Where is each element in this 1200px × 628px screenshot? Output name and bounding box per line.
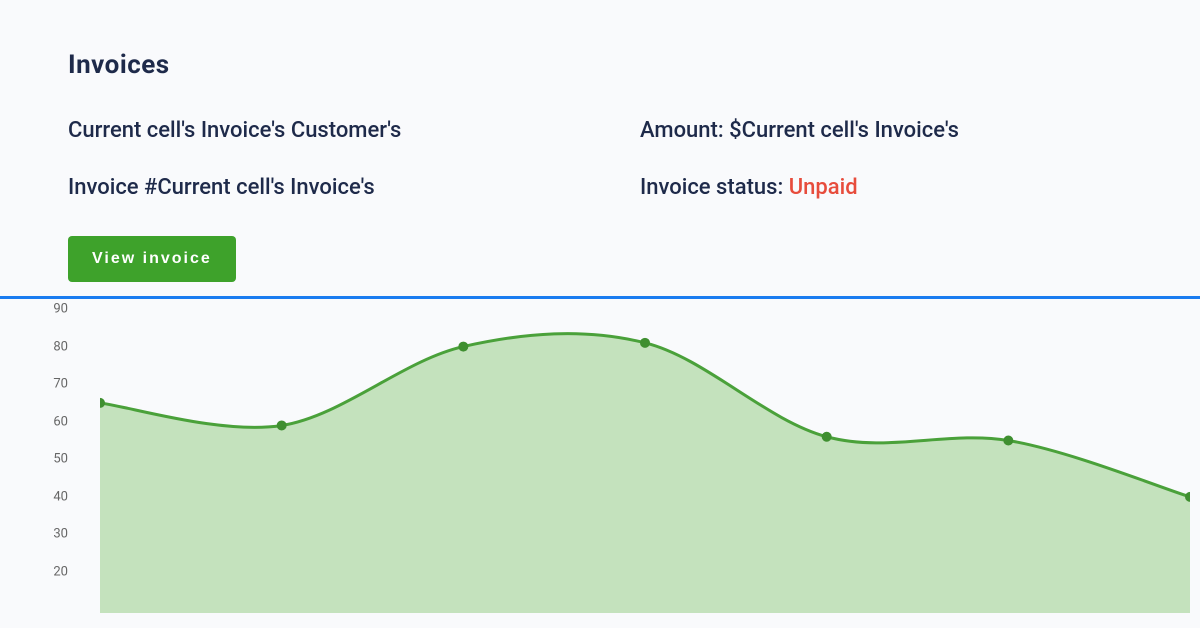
status-value: Unpaid bbox=[789, 175, 858, 200]
status-label: Invoice status: bbox=[640, 175, 789, 200]
chart-plot bbox=[100, 299, 1190, 613]
y-tick: 20 bbox=[44, 565, 68, 580]
invoice-details: Current cell's Invoice's Customer's Invo… bbox=[68, 118, 1132, 282]
chart-point bbox=[277, 420, 287, 430]
view-invoice-button[interactable]: View invoice bbox=[68, 236, 236, 282]
invoice-panel: Invoices Current cell's Invoice's Custom… bbox=[0, 0, 1200, 282]
chart-point bbox=[640, 338, 650, 348]
y-tick: 70 bbox=[44, 377, 68, 392]
y-tick: 30 bbox=[44, 527, 68, 542]
y-tick: 60 bbox=[44, 414, 68, 429]
status-line: Invoice status: Unpaid bbox=[640, 175, 1132, 200]
customer-label: Current cell's Invoice's Customer's bbox=[68, 118, 560, 143]
page-title: Invoices bbox=[68, 50, 1132, 80]
invoice-number-label: Invoice #Current cell's Invoice's bbox=[68, 175, 560, 200]
y-tick: 80 bbox=[44, 339, 68, 354]
y-tick: 50 bbox=[44, 452, 68, 467]
chart-area bbox=[100, 334, 1190, 613]
details-right-column: Amount: $Current cell's Invoice's Invoic… bbox=[640, 118, 1132, 282]
details-left-column: Current cell's Invoice's Customer's Invo… bbox=[68, 118, 560, 282]
chart-point bbox=[1003, 436, 1013, 446]
amount-label: Amount: $Current cell's Invoice's bbox=[640, 118, 1132, 143]
chart-svg bbox=[100, 299, 1190, 613]
chart-point bbox=[458, 342, 468, 352]
y-tick: 90 bbox=[44, 302, 68, 317]
chart-container: 90 80 70 60 50 40 30 20 bbox=[0, 299, 1200, 613]
chart-point bbox=[822, 432, 832, 442]
y-tick: 40 bbox=[44, 489, 68, 504]
